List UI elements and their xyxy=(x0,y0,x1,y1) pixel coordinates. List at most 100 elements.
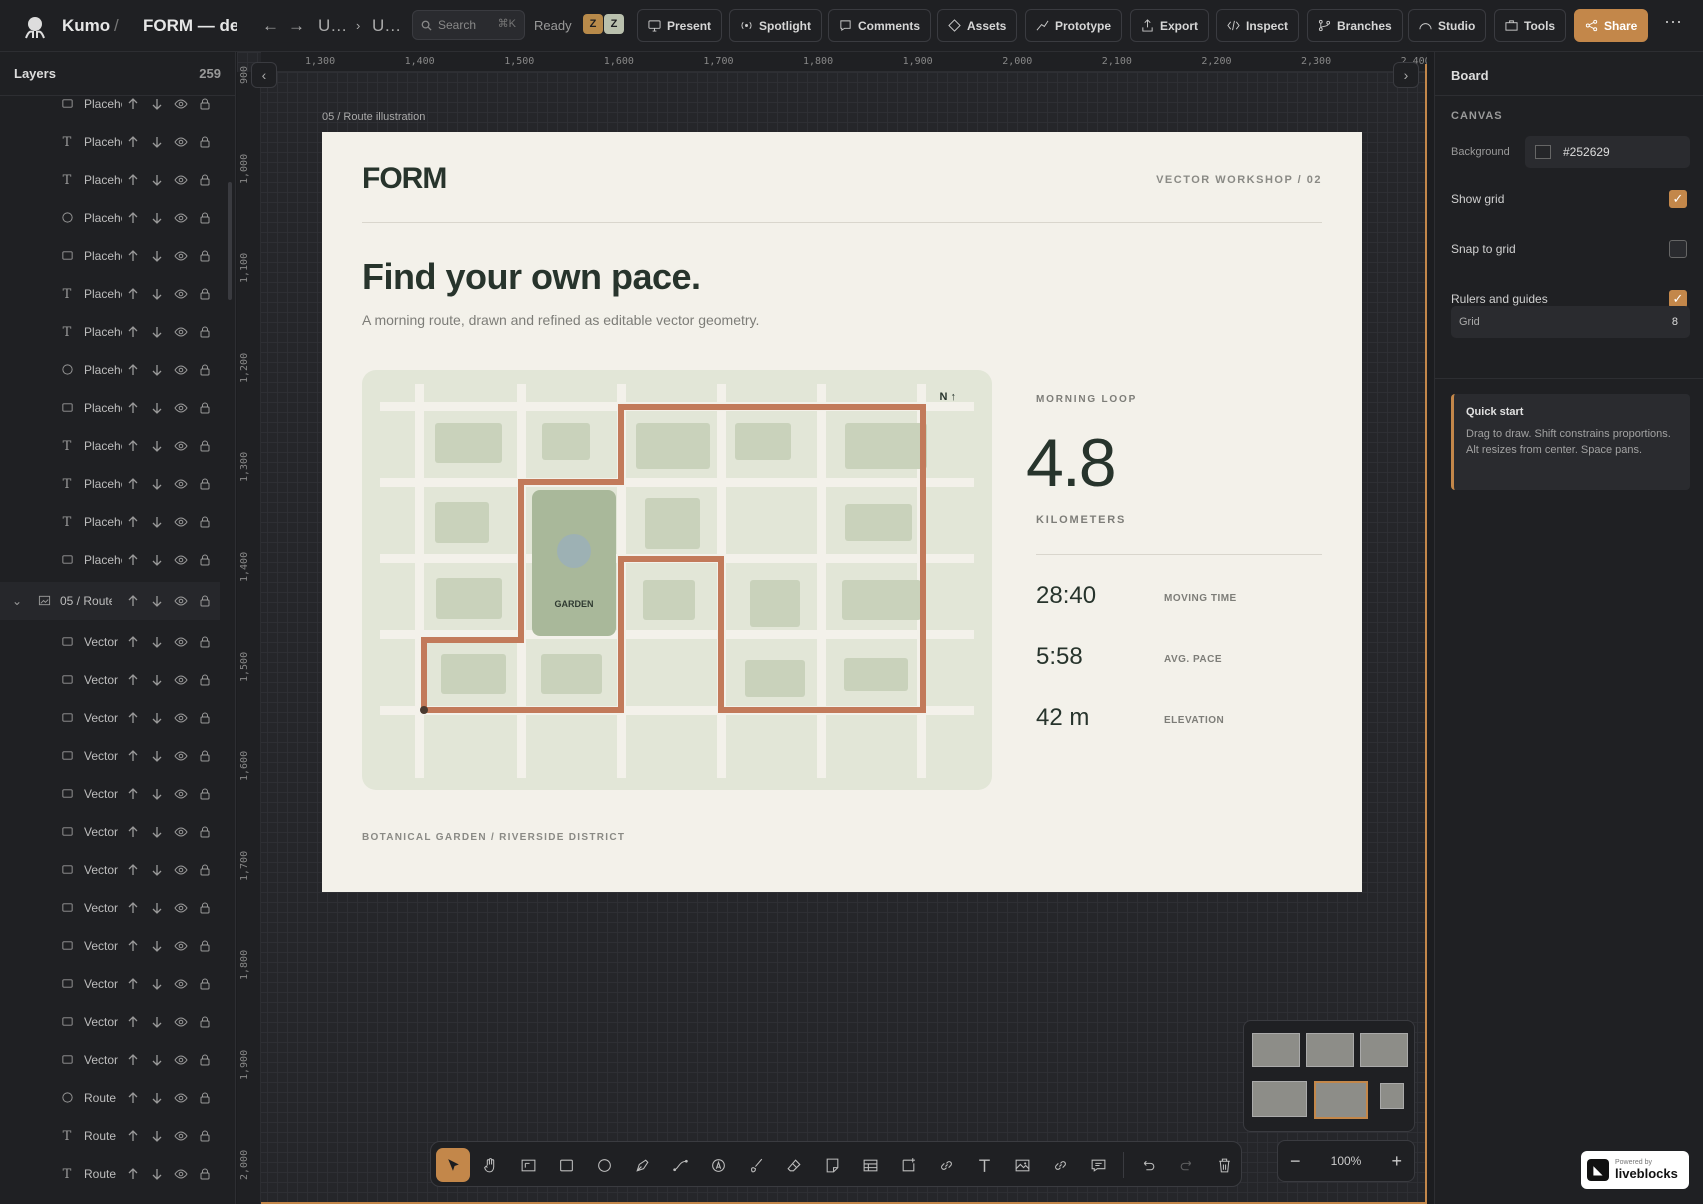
background-color-field[interactable]: #252629 xyxy=(1525,136,1690,168)
layer-row[interactable]: Vector xyxy=(0,737,220,775)
lock-icon[interactable] xyxy=(198,594,213,609)
lock-icon[interactable] xyxy=(198,553,213,568)
prev-board-button[interactable]: ‹ xyxy=(251,62,277,88)
layer-row[interactable]: Vector xyxy=(0,927,220,965)
move-up-icon[interactable] xyxy=(126,97,141,112)
avg-pace-value[interactable]: 5:58 xyxy=(1036,643,1083,671)
eye-icon[interactable] xyxy=(174,635,189,650)
minimap-board[interactable] xyxy=(1252,1081,1307,1117)
layer-row[interactable]: Vector xyxy=(0,851,220,889)
lock-icon[interactable] xyxy=(198,287,213,302)
more-menu-icon[interactable]: ⋯ xyxy=(1664,12,1682,33)
move-down-icon[interactable] xyxy=(150,325,165,340)
layer-row[interactable]: Vector xyxy=(0,661,220,699)
lock-icon[interactable] xyxy=(198,1129,213,1144)
back-arrow-icon[interactable]: ← xyxy=(262,16,279,36)
brush-tool-button[interactable] xyxy=(739,1148,773,1182)
select-tool-button[interactable] xyxy=(436,1148,470,1182)
layer-row[interactable]: Vector xyxy=(0,699,220,737)
move-down-icon[interactable] xyxy=(150,1053,165,1068)
layer-row[interactable]: Placeholder xyxy=(0,85,220,123)
chevron-down-icon[interactable]: ⌄ xyxy=(12,594,22,608)
eye-icon[interactable] xyxy=(174,515,189,530)
grid-size-field[interactable]: Grid 8 xyxy=(1451,306,1690,338)
move-up-icon[interactable] xyxy=(126,211,141,226)
ellipse-tool-button[interactable] xyxy=(587,1148,621,1182)
eye-icon[interactable] xyxy=(174,477,189,492)
eye-icon[interactable] xyxy=(174,135,189,150)
eye-icon[interactable] xyxy=(174,749,189,764)
move-up-icon[interactable] xyxy=(126,1129,141,1144)
move-down-icon[interactable] xyxy=(150,553,165,568)
move-up-icon[interactable] xyxy=(126,249,141,264)
lock-icon[interactable] xyxy=(198,135,213,150)
studio-button[interactable]: Studio xyxy=(1408,9,1487,42)
move-down-icon[interactable] xyxy=(150,1015,165,1030)
layer-row[interactable]: T Placeholder xyxy=(0,123,220,161)
canvas[interactable]: 1,300 1,400 1,500 1,600 1,700 1,800 1,900 2,000… xyxy=(237,52,1427,1204)
pen-tool-button[interactable] xyxy=(625,1148,659,1182)
lock-icon[interactable] xyxy=(198,439,213,454)
route-name[interactable]: MORNING LOOP xyxy=(1036,394,1137,405)
text-tool-button[interactable] xyxy=(967,1148,1001,1182)
eye-icon[interactable] xyxy=(174,787,189,802)
minimap-board[interactable] xyxy=(1306,1033,1354,1067)
minimap-board-active[interactable] xyxy=(1314,1081,1368,1119)
eraser-tool-button[interactable] xyxy=(777,1148,811,1182)
distance-value[interactable]: 4.8 xyxy=(1026,424,1117,502)
lock-icon[interactable] xyxy=(198,173,213,188)
lock-icon[interactable] xyxy=(198,97,213,112)
anchor-tool-button[interactable] xyxy=(701,1148,735,1182)
move-down-icon[interactable] xyxy=(150,939,165,954)
layer-row[interactable]: Vector xyxy=(0,1003,220,1041)
move-up-icon[interactable] xyxy=(126,711,141,726)
eye-icon[interactable] xyxy=(174,173,189,188)
artboard-headline[interactable]: Find your own pace. xyxy=(362,256,701,298)
lock-icon[interactable] xyxy=(198,749,213,764)
layers-scrollbar[interactable] xyxy=(228,182,232,300)
eye-icon[interactable] xyxy=(174,553,189,568)
layer-row[interactable]: Placeholder xyxy=(0,351,220,389)
layer-row[interactable]: Vector xyxy=(0,1041,220,1079)
move-down-icon[interactable] xyxy=(150,173,165,188)
share-button[interactable]: Share xyxy=(1574,9,1649,42)
lock-icon[interactable] xyxy=(198,939,213,954)
show-grid-checkbox[interactable]: ✓ xyxy=(1669,190,1687,208)
lock-icon[interactable] xyxy=(198,515,213,530)
move-down-icon[interactable] xyxy=(150,863,165,878)
layer-row[interactable]: Route xyxy=(0,1079,220,1117)
move-up-icon[interactable] xyxy=(126,863,141,878)
avatar[interactable]: Z xyxy=(604,14,624,34)
move-down-icon[interactable] xyxy=(150,673,165,688)
move-up-icon[interactable] xyxy=(126,901,141,916)
lock-icon[interactable] xyxy=(198,401,213,416)
branches-button[interactable]: Branches xyxy=(1307,9,1403,42)
eye-icon[interactable] xyxy=(174,825,189,840)
move-down-icon[interactable] xyxy=(150,1129,165,1144)
lock-icon[interactable] xyxy=(198,249,213,264)
layer-row[interactable]: Placeholder xyxy=(0,541,220,579)
inspect-button[interactable]: Inspect xyxy=(1216,9,1300,42)
lock-icon[interactable] xyxy=(198,977,213,992)
snap-to-grid-checkbox[interactable] xyxy=(1669,240,1687,258)
forward-arrow-icon[interactable]: → xyxy=(288,16,305,36)
delete-button[interactable] xyxy=(1207,1148,1241,1182)
move-down-icon[interactable] xyxy=(150,135,165,150)
move-up-icon[interactable] xyxy=(126,553,141,568)
move-up-icon[interactable] xyxy=(126,515,141,530)
move-up-icon[interactable] xyxy=(126,939,141,954)
move-down-icon[interactable] xyxy=(150,635,165,650)
elevation-value[interactable]: 42 m xyxy=(1036,704,1089,732)
layer-row[interactable]: T Placeholder xyxy=(0,313,220,351)
eye-icon[interactable] xyxy=(174,249,189,264)
lock-icon[interactable] xyxy=(198,711,213,726)
lock-icon[interactable] xyxy=(198,211,213,226)
move-down-icon[interactable] xyxy=(150,97,165,112)
move-down-icon[interactable] xyxy=(150,439,165,454)
eye-icon[interactable] xyxy=(174,1167,189,1182)
eye-icon[interactable] xyxy=(174,211,189,226)
rectangle-tool-button[interactable] xyxy=(549,1148,583,1182)
move-down-icon[interactable] xyxy=(150,787,165,802)
move-up-icon[interactable] xyxy=(126,173,141,188)
layer-row[interactable]: T Placeholder xyxy=(0,503,220,541)
